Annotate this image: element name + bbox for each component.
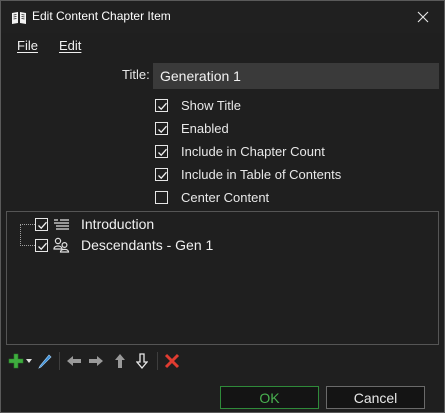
include-chapter-count-checkbox[interactable]: Include in Chapter Count [155, 142, 325, 160]
center-content-checkbox[interactable]: Center Content [155, 188, 269, 206]
move-right-icon [89, 356, 103, 366]
tree-item-descendants[interactable]: Descendants - Gen 1 [35, 235, 213, 255]
add-button[interactable] [7, 350, 25, 372]
checkbox-checked[interactable] [155, 98, 168, 112]
checkbox-checked[interactable] [155, 167, 168, 181]
text-lines-icon [53, 217, 70, 231]
tree-connector [20, 245, 35, 246]
menu-file[interactable]: File [17, 38, 38, 53]
move-up-icon [115, 354, 125, 368]
center-content-label: Center Content [181, 189, 270, 205]
checkbox-checked[interactable] [155, 144, 168, 158]
menu-bar: File Edit [1, 37, 444, 57]
move-down-icon [136, 353, 148, 369]
close-button[interactable] [408, 5, 438, 29]
menu-edit[interactable]: Edit [59, 38, 81, 53]
close-icon [417, 11, 429, 23]
toolbar-separator [157, 352, 158, 370]
move-left-button[interactable] [65, 350, 83, 372]
add-icon [8, 353, 24, 369]
move-left-icon [67, 356, 81, 366]
show-title-checkbox[interactable]: Show Title [155, 96, 241, 114]
delete-button[interactable] [163, 350, 181, 372]
tree-checkbox[interactable] [35, 238, 48, 252]
dropdown-arrow-icon [26, 359, 32, 363]
title-bar[interactable]: Edit Content Chapter Item [1, 1, 444, 33]
tree-item-label: Introduction [81, 216, 155, 232]
tree-item-introduction[interactable]: Introduction [35, 214, 154, 234]
window-title: Edit Content Chapter Item [32, 9, 171, 23]
enabled-checkbox[interactable]: Enabled [155, 119, 229, 137]
toolbar-separator [59, 352, 60, 370]
delete-icon [164, 353, 180, 369]
checkbox-checked[interactable] [155, 121, 168, 135]
tree-connector [20, 224, 35, 225]
edit-button[interactable] [36, 350, 54, 372]
title-field-label: Title: [122, 67, 150, 82]
ok-button[interactable]: OK [220, 386, 319, 409]
dialog-window: Edit Content Chapter Item File Edit Titl… [0, 0, 445, 413]
people-icon [53, 237, 70, 253]
tree-toolbar [5, 350, 195, 374]
book-icon [11, 10, 27, 24]
content-tree[interactable]: Introduction Descendants - Gen 1 [6, 211, 439, 345]
enabled-label: Enabled [181, 120, 229, 136]
tree-connector [20, 224, 21, 246]
move-down-button[interactable] [134, 350, 150, 372]
include-toc-checkbox[interactable]: Include in Table of Contents [155, 165, 341, 183]
move-right-button[interactable] [87, 350, 105, 372]
show-title-label: Show Title [181, 97, 241, 113]
add-dropdown-button[interactable] [25, 350, 33, 372]
move-up-button[interactable] [112, 350, 128, 372]
tree-item-label: Descendants - Gen 1 [81, 237, 214, 253]
tree-checkbox[interactable] [35, 217, 48, 231]
include-chapter-count-label: Include in Chapter Count [181, 143, 325, 159]
include-toc-label: Include in Table of Contents [181, 166, 342, 182]
cancel-button[interactable]: Cancel [326, 386, 425, 409]
checkbox-unchecked[interactable] [155, 190, 168, 204]
edit-pencil-icon [38, 354, 52, 369]
title-input[interactable] [153, 63, 439, 89]
